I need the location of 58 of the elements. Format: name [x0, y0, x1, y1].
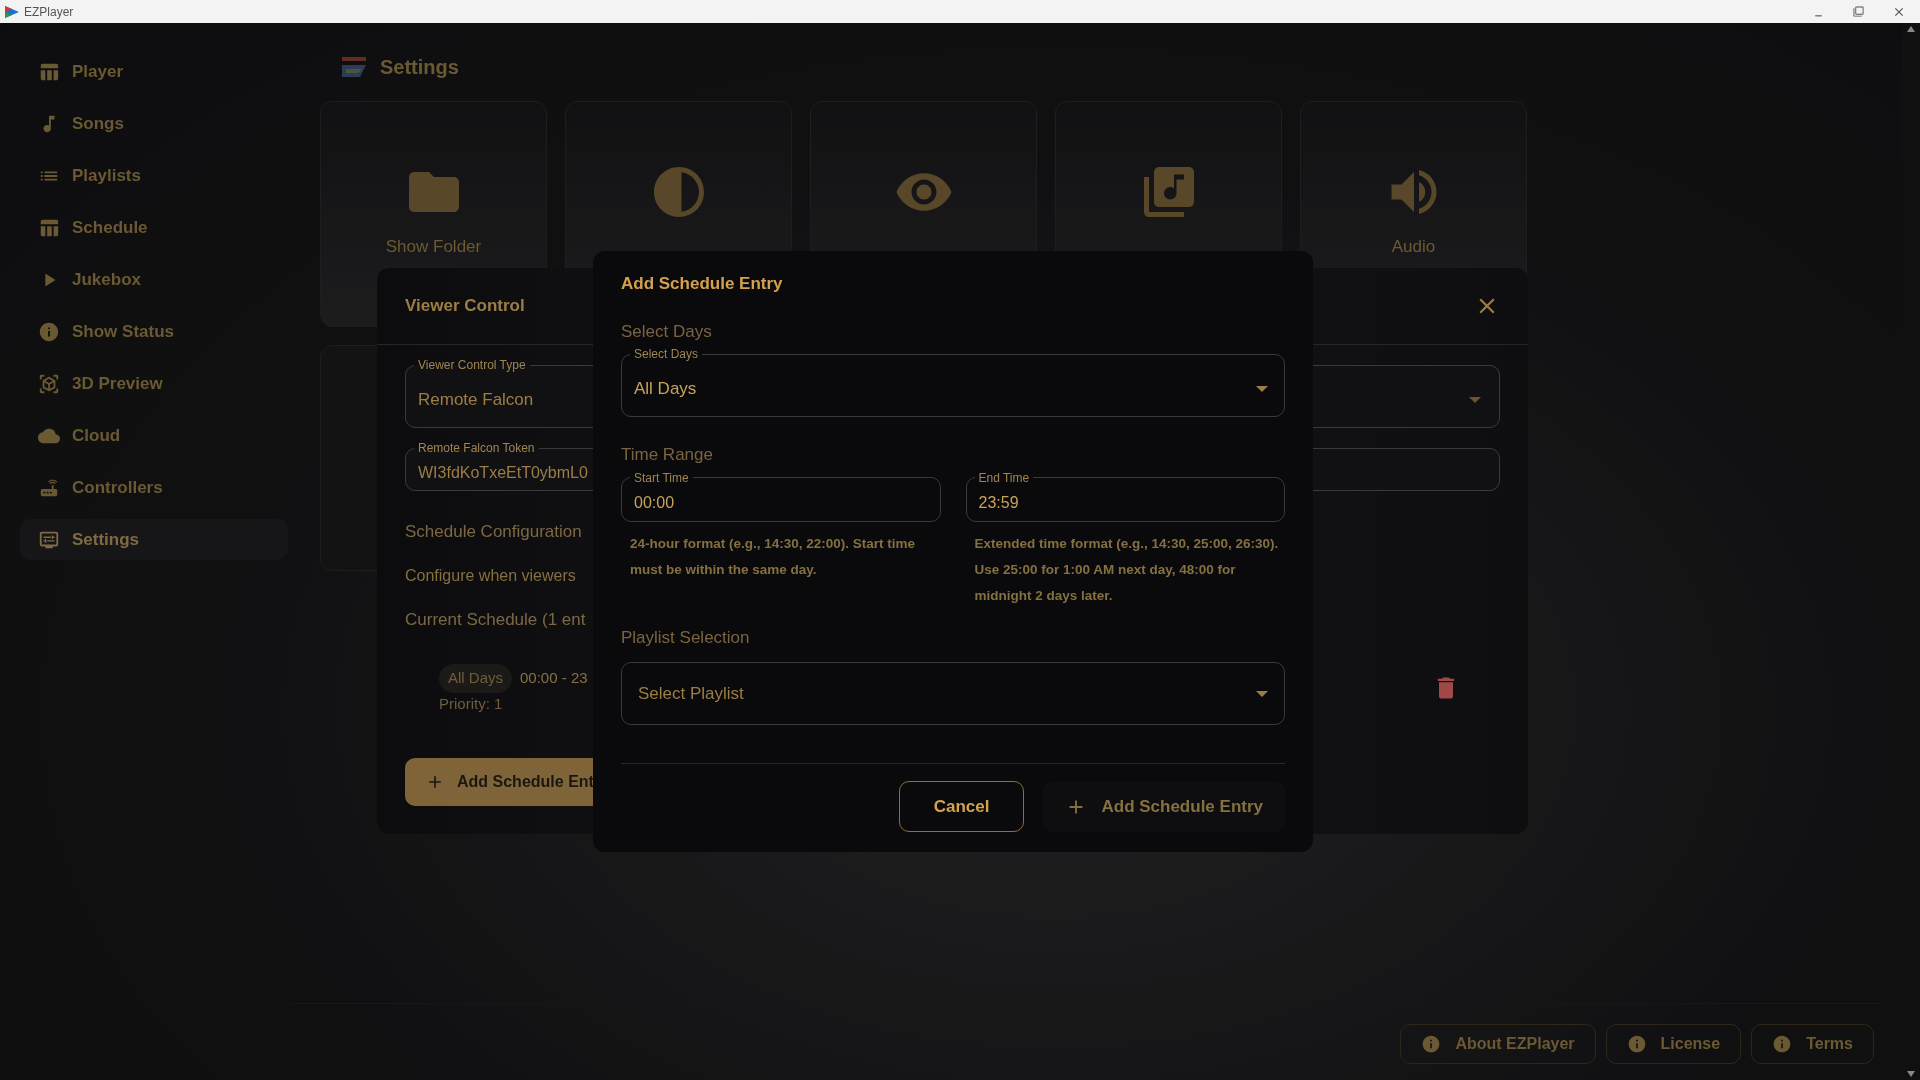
sidebar-item[interactable]: Cloud	[20, 415, 288, 456]
priority-label: Priority: 1	[439, 694, 504, 714]
select-field[interactable]: Select Days All Days	[621, 346, 1285, 417]
sidebar-item[interactable]: Show Status	[20, 311, 288, 352]
card-label: Audio	[1391, 236, 1436, 258]
day-chip: All Days	[439, 664, 512, 693]
field-label: Start Time	[633, 469, 690, 486]
select-placeholder: Select Playlist	[638, 682, 744, 705]
cube-icon	[38, 372, 60, 395]
field-label: Viewer Control Type	[417, 357, 527, 373]
token-value: WI3fdKoTxeEtT0ybmL0	[418, 463, 588, 483]
schedule-count: Current Schedule (1 ent	[405, 608, 586, 631]
info-button[interactable]: About EZPlayer	[1400, 1024, 1596, 1064]
add-entry-button[interactable]: Add Schedule Entry	[1043, 781, 1285, 832]
window-title: EZPlayer	[24, 3, 74, 21]
sidebar-item[interactable]: Songs	[20, 103, 288, 144]
info-icon	[1421, 1034, 1442, 1054]
select-value: All Days	[634, 378, 697, 401]
section-heading: Select Days	[621, 320, 713, 343]
dropdown-arrow-icon	[1469, 397, 1481, 403]
cancel-button[interactable]: Cancel	[898, 781, 1025, 832]
sidebar-item[interactable]: Playlists	[20, 155, 288, 196]
restore-icon[interactable]	[1853, 6, 1864, 17]
info-icon	[38, 320, 60, 343]
sidebar-item[interactable]: Player	[20, 51, 288, 92]
select-field[interactable]: Select Playlist	[621, 662, 1285, 725]
sidebar-item[interactable]: Schedule	[20, 207, 288, 248]
section-heading: Playlist Selection	[621, 626, 751, 649]
section-heading: Time Range	[621, 444, 714, 466]
info-icon	[1772, 1034, 1793, 1054]
section-heading: Schedule Configuration	[405, 521, 582, 543]
info-button[interactable]: License	[1605, 1024, 1742, 1064]
scroll-down-icon[interactable]	[1906, 1070, 1916, 1078]
helper-text: 24-hour format (e.g., 14:30, 22:00). Start time must be within the same day.	[629, 534, 917, 579]
section-description: Configure when viewers	[405, 565, 576, 586]
time-range: 00:00 - 23	[520, 668, 588, 689]
sidebar-item[interactable]: 3D Preview	[20, 363, 288, 404]
app-logo-icon	[4, 4, 20, 19]
dialog-title: Viewer Control	[405, 295, 525, 318]
dropdown-arrow-icon	[1256, 690, 1268, 697]
select-value: Remote Falcon	[418, 389, 534, 412]
time-value: 23:59	[978, 493, 1019, 513]
time-value: 00:00	[634, 493, 675, 513]
field-label: End Time	[977, 469, 1031, 486]
page-title: Settings	[380, 55, 459, 80]
helper-text: Extended time format (e.g., 14:30, 25:00, 26:30). Use 25:00 for 1:00 AM next day, 48:00 for midnight 2 days later.	[973, 534, 1280, 605]
app-logo-icon	[340, 55, 368, 79]
scroll-up-icon[interactable]	[1906, 25, 1916, 33]
sidebar-item[interactable]: Controllers	[20, 467, 288, 508]
sidebar-item[interactable]: Settings	[20, 519, 288, 560]
info-button[interactable]: Terms	[1751, 1024, 1874, 1064]
card-label: Show Folder	[385, 236, 482, 258]
sidebar-item[interactable]: Jukebox	[20, 259, 288, 300]
field-label: Select Days	[633, 346, 700, 362]
info-icon	[1626, 1034, 1647, 1054]
dropdown-arrow-icon	[1256, 386, 1268, 392]
modal-title: Add Schedule Entry	[621, 273, 784, 295]
field-label: Remote Falcon Token	[417, 440, 536, 456]
